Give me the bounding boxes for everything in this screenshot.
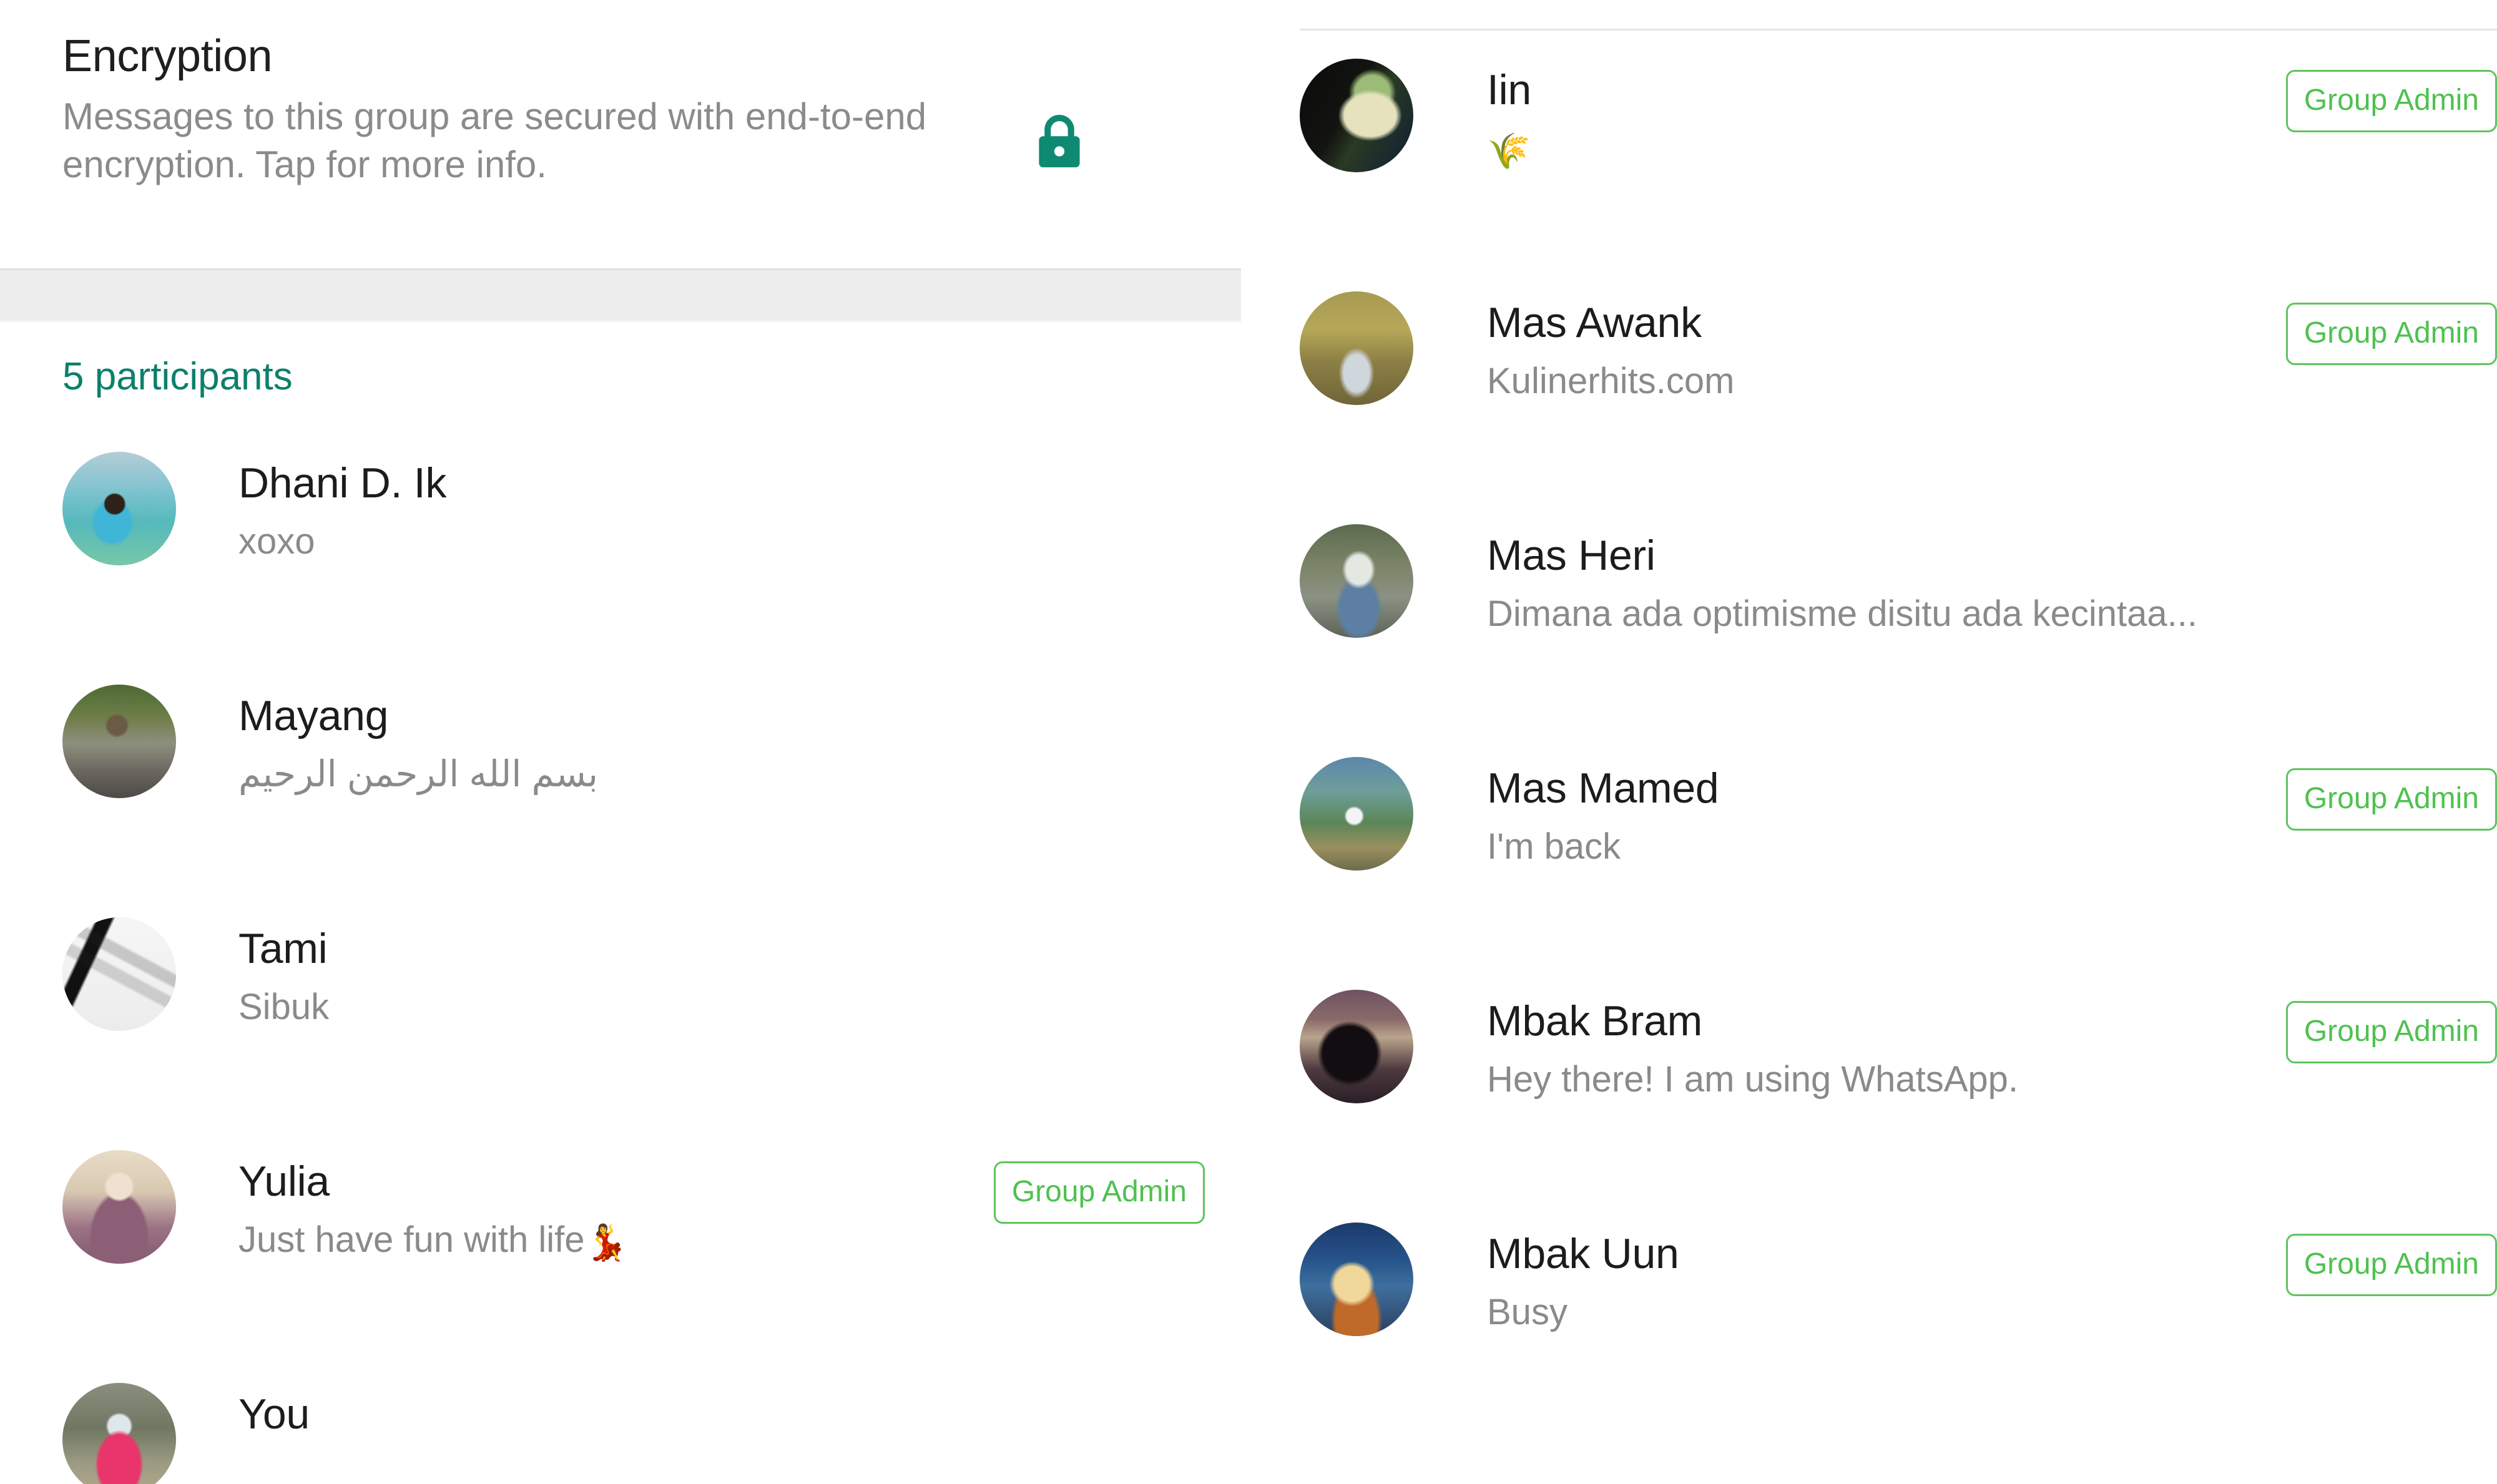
avatar[interactable] (62, 685, 176, 798)
encryption-section[interactable]: Encryption Messages to this group are se… (0, 0, 1242, 268)
left-pane: Encryption Messages to this group are se… (0, 0, 1242, 1484)
participant-status: Dimana ada optimisme disitu ada kecintaa… (1487, 593, 2198, 635)
list-item-text: Mas Heri Dimana ada optimisme disitu ada… (1487, 520, 2286, 636)
status-badge: Group Admin (2285, 768, 2497, 831)
status-badge: Group Admin (2285, 1001, 2497, 1063)
avatar[interactable] (62, 452, 176, 565)
list-item[interactable]: Mayang بسم الله الرحمن الرحيم Group Admi… (0, 681, 1242, 914)
status-badge: Group Admin (993, 1161, 1205, 1224)
avatar[interactable] (1300, 524, 1413, 638)
participant-status: Busy (1487, 1292, 1567, 1333)
participants-list-left: Dhani D. Ik xoxo Group Admin Mayang بسم … (0, 448, 1242, 1484)
participant-name: Dhani D. Ik (238, 459, 447, 507)
list-item-text: Yulia Just have fun with life💃 (238, 1146, 994, 1263)
avatar[interactable] (1300, 757, 1413, 871)
participant-status: 🌾 (1487, 127, 2286, 172)
participant-name: Mas Heri (1487, 532, 1656, 579)
participant-status: Kulinerhits.com (1487, 361, 1735, 402)
list-item[interactable]: Mbak Bram Hey there! I am using WhatsApp… (1300, 986, 2497, 1219)
list-item-text: Dhani D. Ik xoxo (238, 448, 994, 564)
status-badge: Group Admin (2285, 1234, 2497, 1296)
list-item-text: Tami Sibuk (238, 914, 994, 1029)
list-item[interactable]: Yulia Just have fun with life💃 Group Adm… (0, 1146, 1242, 1379)
encryption-title: Encryption (62, 31, 273, 81)
participant-status: Just have fun with life💃 (238, 1219, 988, 1263)
participant-status: Sibuk (238, 987, 330, 1028)
section-divider-band (0, 268, 1241, 322)
list-item[interactable]: Dhani D. Ik xoxo Group Admin (0, 448, 1242, 681)
status-badge: Group Admin (2285, 303, 2497, 365)
participant-name: Iin (1487, 66, 1531, 114)
list-item-text: Mbak Uun Busy (1487, 1219, 2286, 1334)
list-item[interactable]: Mbak Uun Busy Group Admin (1300, 1219, 2497, 1452)
participants-list-right: Iin 🌾 Group Admin Mas Awank Kulinerhits.… (1300, 55, 2497, 1452)
list-item-text: Mas Awank Kulinerhits.com (1487, 288, 2286, 403)
list-item[interactable]: Mas Heri Dimana ada optimisme disitu ada… (1300, 520, 2497, 753)
participant-name: Mas Awank (1487, 299, 1702, 346)
list-item-text: Iin 🌾 (1487, 55, 2286, 172)
lock-icon (1033, 111, 1086, 179)
list-item[interactable]: Mas Mamed I'm back Group Admin (1300, 753, 2497, 986)
sheaf-of-rice-emoji: 🌾 (1487, 131, 1531, 171)
encryption-text: Encryption Messages to this group are se… (62, 30, 1033, 189)
avatar[interactable] (1300, 1223, 1413, 1336)
participant-name: Mas Mamed (1487, 764, 1719, 812)
avatar[interactable] (62, 1150, 176, 1264)
list-item-text: You (238, 1379, 994, 1438)
encryption-description: Messages to this group are secured with … (62, 95, 927, 185)
list-item[interactable]: Mas Awank Kulinerhits.com Group Admin (1300, 288, 2497, 520)
participant-name: Yulia (238, 1158, 330, 1205)
right-column-divider (1300, 29, 2497, 31)
list-item-text: Mayang بسم الله الرحمن الرحيم (238, 681, 994, 796)
participant-status: Hey there! I am using WhatsApp. (1487, 1059, 2019, 1100)
participant-status: بسم الله الرحمن الرحيم (238, 754, 598, 795)
list-item[interactable]: You Group Admin (0, 1379, 1242, 1484)
participant-status: I'm back (1487, 826, 1621, 867)
participant-status: xoxo (238, 521, 315, 562)
participant-name: Tami (238, 925, 328, 972)
participant-name: Mbak Uun (1487, 1230, 1679, 1277)
status-badge: Group Admin (2285, 70, 2497, 132)
avatar[interactable] (62, 917, 176, 1031)
avatar[interactable] (1300, 59, 1413, 172)
participant-name: Mbak Bram (1487, 997, 1702, 1045)
list-item[interactable]: Tami Sibuk Group Admin (0, 914, 1242, 1146)
list-item[interactable]: Iin 🌾 Group Admin (1300, 55, 2497, 288)
avatar[interactable] (1300, 990, 1413, 1103)
list-item-text: Mas Mamed I'm back (1487, 753, 2286, 869)
participant-name: You (238, 1390, 310, 1438)
participant-name: Mayang (238, 692, 389, 740)
avatar[interactable] (62, 1383, 176, 1484)
list-item-text: Mbak Bram Hey there! I am using WhatsApp… (1487, 986, 2286, 1101)
participants-heading: 5 participants (62, 355, 293, 398)
group-info-screen: Encryption Messages to this group are se… (0, 0, 2497, 1484)
participant-status-text: Just have fun with life (238, 1219, 585, 1261)
dancer-emoji: 💃 (584, 1223, 629, 1262)
avatar[interactable] (1300, 291, 1413, 405)
